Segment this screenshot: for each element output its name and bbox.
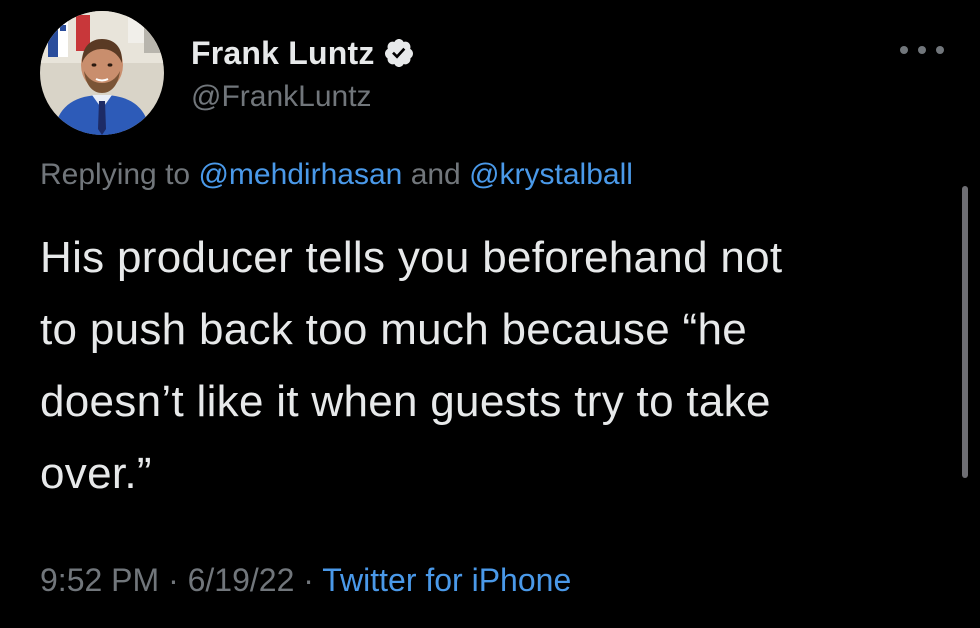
author-name-row: Frank Luntz (191, 32, 415, 74)
author-avatar[interactable] (40, 11, 164, 135)
more-horizontal-icon-dot (918, 46, 926, 54)
tweet-time[interactable]: 9:52 PM (40, 562, 159, 598)
reply-context: Replying to @mehdirhasan and @krystalbal… (40, 158, 633, 192)
tweet-text: His producer tells you beforehand not to… (40, 222, 940, 510)
more-horizontal-icon-dot (936, 46, 944, 54)
tweet-text-line: to push back too much because “he (40, 305, 748, 354)
mention-link-mehdirhasan[interactable]: @mehdirhasan (198, 158, 402, 191)
author-handle[interactable]: @FrankLuntz (191, 80, 372, 114)
tweet-date[interactable]: 6/19/22 (188, 562, 295, 598)
meta-separator: · (303, 562, 314, 598)
meta-separator: · (168, 562, 179, 598)
avatar-photo (40, 11, 164, 135)
more-options-button[interactable] (900, 36, 944, 64)
tweet-text-line: doesn’t like it when guests try to take (40, 377, 771, 426)
tweet-text-line: His producer tells you beforehand not (40, 233, 783, 282)
scrollbar[interactable] (962, 186, 968, 478)
tweet-text-line: over.” (40, 449, 152, 498)
more-horizontal-icon (900, 46, 908, 54)
verified-badge-icon (383, 37, 415, 69)
reply-joiner: and (410, 158, 461, 191)
tweet-source-link[interactable]: Twitter for iPhone (322, 562, 571, 598)
tweet-detail: Frank Luntz @FrankLuntz Replying to @meh… (0, 0, 980, 628)
author-name[interactable]: Frank Luntz (191, 35, 375, 72)
reply-prefix: Replying to (40, 158, 191, 191)
mention-link-krystalball[interactable]: @krystalball (469, 158, 633, 191)
tweet-meta: 9:52 PM · 6/19/22 · Twitter for iPhone (40, 562, 571, 599)
